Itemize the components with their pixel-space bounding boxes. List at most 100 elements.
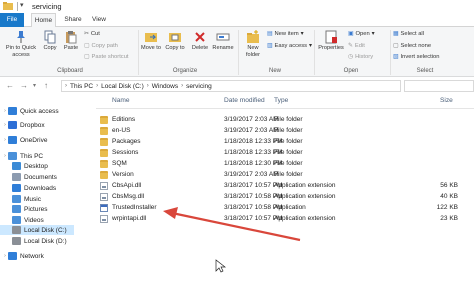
paste-shortcut-button[interactable]: ▢ Paste shortcut	[84, 54, 129, 60]
address-bar[interactable]: › This PC › Local Disk (C:) › Windows › …	[61, 80, 401, 92]
drive-icon	[12, 226, 21, 234]
paste-label: Paste	[63, 45, 79, 51]
file-row[interactable]: Packages 1/18/2018 12:33 PM File folder	[96, 137, 456, 147]
sidebar-item-documents[interactable]: Documents	[0, 172, 74, 182]
tab-home[interactable]: Home	[31, 13, 56, 28]
new-item-icon: ▤	[267, 31, 273, 37]
ribbon: Pin to Quick access Copy Paste ✂ Cut ▢ C…	[0, 27, 474, 77]
address-row: ← → ▾ ↑ › This PC › Local Disk (C:) › Wi…	[0, 80, 474, 93]
pin-to-quick-access-button[interactable]: Pin to Quick access	[2, 30, 40, 58]
rename-button[interactable]: Rename	[212, 30, 234, 52]
open-button[interactable]: ▣ Open ▾	[348, 31, 375, 37]
up-arrow-icon[interactable]: ↑	[44, 81, 48, 90]
folder-icon	[100, 149, 108, 157]
cloud-icon	[8, 136, 17, 144]
file-size: 23 KB	[440, 215, 458, 222]
sidebar-item-local-disk-c[interactable]: Local Disk (C:)	[0, 225, 74, 235]
forward-arrow-icon[interactable]: →	[20, 81, 28, 90]
file-row[interactable]: Sessions 1/18/2018 12:33 PM File folder	[96, 148, 456, 158]
file-type: File folder	[274, 171, 303, 178]
paste-shortcut-label: Paste shortcut	[91, 54, 129, 60]
file-row[interactable]: CbsMsg.dll 3/18/2017 10:58 PM Application …	[96, 192, 458, 202]
breadcrumb-local-disk-c[interactable]: Local Disk (C:)	[101, 83, 144, 90]
folder-icon	[3, 2, 13, 10]
move-to-button[interactable]: Move to	[141, 30, 161, 52]
breadcrumb-windows[interactable]: Windows	[152, 83, 178, 90]
drive-icon	[12, 237, 21, 245]
properties-icon	[325, 30, 337, 44]
sidebar-item-dropbox[interactable]: › Dropbox	[0, 120, 74, 130]
file-name: CbsMsg.dll	[112, 193, 145, 200]
copy-button[interactable]: Copy	[41, 30, 59, 52]
file-row[interactable]: CbsApi.dll 3/18/2017 10:57 PM Application …	[96, 181, 458, 191]
file-name: Sessions	[112, 149, 139, 156]
sidebar-item-label: Desktop	[24, 162, 48, 170]
sidebar-item-quick-access[interactable]: › Quick access	[0, 106, 74, 116]
breadcrumb-this-pc[interactable]: This PC	[70, 83, 93, 90]
recent-locations-chevron-icon[interactable]: ▾	[33, 82, 36, 89]
file-row[interactable]: en-US 3/19/2017 2:03 AM File folder	[96, 126, 456, 136]
title-bar: ▾ servicing	[0, 0, 474, 13]
sidebar-item-label: Dropbox	[20, 121, 45, 129]
sidebar-item-local-disk-d[interactable]: Local Disk (D:)	[0, 236, 74, 246]
folder-icon	[100, 171, 108, 179]
tab-share[interactable]: Share	[60, 13, 86, 27]
delete-icon	[195, 32, 205, 42]
breadcrumb-chevron-icon[interactable]: ›	[147, 83, 149, 89]
select-all-button[interactable]: ▦ Select all	[393, 31, 424, 37]
organize-group-label: Organize	[172, 68, 198, 74]
sidebar-item-network[interactable]: › Network	[0, 251, 74, 261]
column-header-date-modified[interactable]: Date modified	[224, 97, 265, 108]
desktop-icon	[12, 162, 21, 170]
file-row[interactable]: TrustedInstaller 3/18/2017 10:58 PM Applic…	[96, 203, 458, 213]
history-label: History	[355, 54, 374, 60]
delete-button[interactable]: Delete	[190, 30, 210, 52]
paste-button[interactable]: Paste	[61, 30, 81, 52]
history-button[interactable]: ◷ History	[348, 54, 373, 60]
breadcrumb-chevron-icon[interactable]: ›	[96, 83, 98, 89]
cut-button[interactable]: ✂ Cut	[84, 31, 100, 37]
tab-view[interactable]: View	[88, 13, 110, 27]
file-row[interactable]: SQM 1/18/2018 12:30 PM File folder	[96, 159, 456, 169]
new-folder-button[interactable]: New folder	[241, 30, 265, 58]
move-to-icon	[145, 33, 157, 42]
select-none-icon: ▢	[393, 43, 399, 49]
sidebar-item-this-pc[interactable]: › This PC	[0, 151, 74, 161]
sidebar-item-pictures[interactable]: Pictures	[0, 204, 74, 214]
pictures-icon	[12, 205, 21, 213]
folder-icon	[100, 116, 108, 124]
column-header-name[interactable]: Name	[112, 97, 130, 108]
new-item-button[interactable]: ▤ New item ▾	[267, 31, 304, 37]
column-header-size[interactable]: Size	[440, 97, 453, 108]
sidebar-item-desktop[interactable]: Desktop	[0, 161, 74, 171]
sidebar-item-videos[interactable]: Videos	[0, 215, 74, 225]
new-item-label: New item	[274, 31, 299, 37]
file-row[interactable]: Version 3/19/2017 2:03 AM File folder	[96, 170, 456, 180]
easy-access-button[interactable]: ▥ Easy access ▾	[267, 43, 312, 49]
sidebar-item-music[interactable]: Music	[0, 194, 74, 204]
file-name: Packages	[112, 138, 141, 145]
sidebar-item-downloads[interactable]: Downloads	[0, 183, 74, 193]
breadcrumb-root-chevron-icon[interactable]: ›	[65, 83, 67, 89]
back-arrow-icon[interactable]: ←	[6, 81, 14, 90]
file-type: File folder	[274, 116, 303, 123]
edit-icon: ✎	[348, 43, 353, 49]
tab-file[interactable]: File	[0, 13, 24, 27]
invert-selection-button[interactable]: ▧ Invert selection	[393, 54, 439, 60]
copy-path-button[interactable]: ▢ Copy path	[84, 43, 118, 49]
breadcrumb-servicing[interactable]: servicing	[186, 83, 212, 90]
breadcrumb-chevron-icon[interactable]: ›	[181, 83, 183, 89]
search-input[interactable]	[404, 80, 474, 92]
file-size: 122 KB	[436, 204, 458, 211]
copy-to-button[interactable]: Copy to	[165, 30, 185, 52]
file-row[interactable]: wrpintapi.dll 3/18/2017 10:57 PM Applicati…	[96, 214, 458, 224]
edit-button[interactable]: ✎ Edit	[348, 43, 365, 49]
file-row[interactable]: Editions 3/19/2017 2:03 AM File folder	[96, 115, 456, 125]
sidebar-item-onedrive[interactable]: › OneDrive	[0, 135, 74, 145]
quick-access-toolbar-chevron-icon[interactable]: ▾	[20, 1, 24, 9]
music-icon	[12, 195, 21, 203]
select-none-button[interactable]: ▢ Select none	[393, 43, 431, 49]
chevron-down-icon: ▾	[309, 43, 312, 49]
properties-button[interactable]: Properties	[317, 30, 345, 52]
column-header-type[interactable]: Type	[274, 97, 288, 108]
